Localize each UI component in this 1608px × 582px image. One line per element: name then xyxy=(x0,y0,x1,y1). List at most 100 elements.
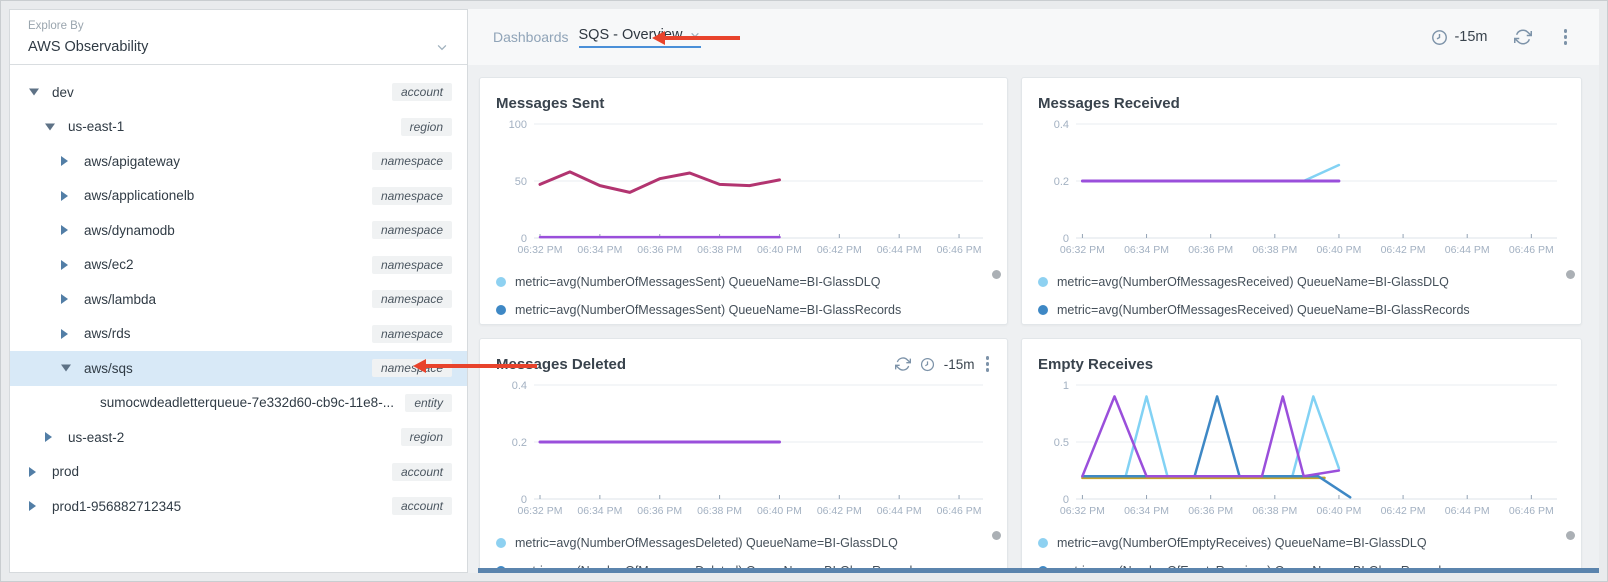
tree-item-us-east-1[interactable]: us-east-1region xyxy=(10,110,467,145)
dashboard-main: Dashboards SQS - Overview -15m Messages … xyxy=(468,9,1599,573)
time-range-button[interactable]: -15m xyxy=(1431,29,1487,46)
panel-legend: metric=avg(NumberOfMessagesDeleted) Queu… xyxy=(496,523,991,573)
svg-text:06:32 PM: 06:32 PM xyxy=(518,505,563,517)
legend-item[interactable]: metric=avg(NumberOfMessagesReceived) Que… xyxy=(1038,296,1565,324)
tree-item-label: aws/apigateway xyxy=(84,154,364,169)
expand-arrow-icon[interactable] xyxy=(29,467,36,477)
svg-text:06:44 PM: 06:44 PM xyxy=(877,505,922,517)
tree-item-prod[interactable]: prodaccount xyxy=(10,455,467,490)
svg-text:06:36 PM: 06:36 PM xyxy=(1188,505,1233,517)
legend-dot xyxy=(496,538,506,548)
tree-item-label: aws/dynamodb xyxy=(84,223,364,238)
svg-text:06:32 PM: 06:32 PM xyxy=(1060,505,1105,517)
panel-time-button[interactable] xyxy=(920,357,935,372)
panel-messages-deleted: Messages Deleted-15m00.20.406:32 PM06:34… xyxy=(479,338,1008,573)
tree-item-prod1-956882712345[interactable]: prod1-956882712345account xyxy=(10,489,467,524)
svg-text:06:40 PM: 06:40 PM xyxy=(757,244,802,256)
legend-label: metric=avg(NumberOfMessagesReceived) Que… xyxy=(1057,275,1449,289)
kebab-menu-icon[interactable] xyxy=(1562,27,1570,47)
refresh-button[interactable] xyxy=(1514,28,1532,46)
svg-text:06:42 PM: 06:42 PM xyxy=(1381,244,1426,256)
legend-scrollbar-thumb[interactable] xyxy=(992,270,1001,279)
entity-type-badge: namespace xyxy=(372,187,452,205)
svg-text:06:40 PM: 06:40 PM xyxy=(757,505,802,517)
svg-text:06:38 PM: 06:38 PM xyxy=(1252,244,1297,256)
topbar-controls: -15m xyxy=(1431,27,1569,47)
panel-refresh-button[interactable] xyxy=(895,356,911,372)
legend-label: metric=avg(NumberOfMessagesReceived) Que… xyxy=(1057,303,1470,317)
panel-title: Empty Receives xyxy=(1038,356,1153,373)
hierarchy-selector[interactable]: AWS Observability xyxy=(28,39,449,55)
refresh-icon xyxy=(1514,28,1532,46)
legend-label: metric=avg(NumberOfMessagesSent) QueueNa… xyxy=(515,303,901,317)
legend-item[interactable]: metric=avg(NumberOfMessagesReceived) Que… xyxy=(1038,268,1565,296)
svg-text:06:40 PM: 06:40 PM xyxy=(1316,505,1361,517)
panel-kebab-menu-icon[interactable] xyxy=(984,354,992,374)
expand-arrow-icon[interactable] xyxy=(61,294,68,304)
svg-text:06:46 PM: 06:46 PM xyxy=(1509,505,1554,517)
entity-tree: devaccountus-east-1region aws/apigateway n… xyxy=(10,65,467,572)
legend-label: metric=avg(NumberOfMessagesSent) QueueNa… xyxy=(515,275,880,289)
tree-item-aws-sqs[interactable]: aws/sqsnamespace xyxy=(10,351,467,386)
expand-arrow-icon[interactable] xyxy=(61,156,68,166)
legend-scrollbar-thumb[interactable] xyxy=(992,531,1001,540)
expand-arrow-icon[interactable] xyxy=(61,225,68,235)
expand-arrow-icon[interactable] xyxy=(61,260,68,270)
tree-item-aws-dynamodb[interactable]: aws/dynamodb namespace xyxy=(10,213,467,248)
legend-item[interactable]: metric=avg(NumberOfMessagesSent) QueueNa… xyxy=(496,268,991,296)
legend-label: metric=avg(NumberOfMessagesDeleted) Queu… xyxy=(515,536,898,550)
svg-text:0.2: 0.2 xyxy=(1054,176,1069,188)
legend-scrollbar-thumb[interactable] xyxy=(1566,531,1575,540)
legend-item[interactable]: metric=avg(NumberOfMessagesSent) QueueNa… xyxy=(496,296,991,324)
tree-item-aws-rds[interactable]: aws/rdsnamespace xyxy=(10,317,467,352)
legend-scrollbar-thumb[interactable] xyxy=(1566,270,1575,279)
refresh-icon xyxy=(895,356,911,372)
panel-time-range-value[interactable]: -15m xyxy=(944,357,975,372)
tree-item-dev[interactable]: devaccount xyxy=(10,75,467,110)
svg-text:06:34 PM: 06:34 PM xyxy=(577,244,622,256)
svg-text:06:34 PM: 06:34 PM xyxy=(1124,244,1169,256)
expand-arrow-icon[interactable] xyxy=(61,191,68,201)
dashboard-topbar: Dashboards SQS - Overview -15m xyxy=(468,9,1599,65)
expand-arrow-icon[interactable] xyxy=(29,501,36,511)
hierarchy-selector-value: AWS Observability xyxy=(28,39,148,55)
tree-item-aws-applicationelb[interactable]: aws/applicationelb namespace xyxy=(10,179,467,214)
expand-arrow-icon[interactable] xyxy=(45,432,52,442)
entity-type-badge: region xyxy=(401,118,452,136)
entity-type-badge: namespace xyxy=(372,152,452,170)
entity-type-badge: namespace xyxy=(372,256,452,274)
legend-item[interactable]: metric=avg(NumberOfEmptyReceives) QueueN… xyxy=(1038,529,1565,557)
explore-by-label: Explore By xyxy=(28,20,449,32)
tree-item-aws-apigateway[interactable]: aws/apigateway namespace xyxy=(10,144,467,179)
tree-item-label: aws/applicationelb xyxy=(84,188,364,203)
tree-item-sumocwdeadletterqueue-7e332d60-cb9c-11e8[interactable]: sumocwdeadletterqueue-7e332d60-cb9c-11e8… xyxy=(10,386,467,421)
collapse-arrow-icon[interactable] xyxy=(29,89,39,96)
svg-text:06:38 PM: 06:38 PM xyxy=(697,505,742,517)
legend-dot xyxy=(1038,538,1048,548)
clock-icon xyxy=(920,357,935,372)
panel-legend: metric=avg(NumberOfMessagesSent) QueueNa… xyxy=(496,262,991,324)
time-series-chart: 00.20.406:32 PM06:34 PM06:36 PM06:38 PM0… xyxy=(1038,116,1565,262)
breadcrumb[interactable]: Dashboards xyxy=(493,29,569,45)
svg-text:06:32 PM: 06:32 PM xyxy=(518,244,563,256)
panel-messages-received: Messages Received00.20.406:32 PM06:34 PM… xyxy=(1021,77,1582,325)
clock-icon xyxy=(1431,29,1448,46)
tree-item-label: aws/ec2 xyxy=(84,257,364,272)
legend-item[interactable]: metric=avg(NumberOfMessagesDeleted) Queu… xyxy=(496,529,991,557)
svg-text:06:46 PM: 06:46 PM xyxy=(937,505,982,517)
entity-type-badge: namespace xyxy=(372,221,452,239)
svg-text:0.4: 0.4 xyxy=(512,380,527,392)
expand-arrow-icon[interactable] xyxy=(61,329,68,339)
svg-text:06:32 PM: 06:32 PM xyxy=(1060,244,1105,256)
tree-item-aws-ec2[interactable]: aws/ec2 namespace xyxy=(10,248,467,283)
svg-text:0.2: 0.2 xyxy=(512,437,527,449)
app-window: Explore By AWS Observability devaccountu… xyxy=(0,0,1608,582)
dashboard-title: SQS - Overview xyxy=(579,27,683,43)
tree-item-label: us-east-2 xyxy=(68,430,393,445)
collapse-arrow-icon[interactable] xyxy=(61,365,71,372)
tree-item-us-east-2[interactable]: us-east-2region xyxy=(10,420,467,455)
svg-text:06:34 PM: 06:34 PM xyxy=(1124,505,1169,517)
legend-dot xyxy=(496,277,506,287)
collapse-arrow-icon[interactable] xyxy=(45,123,55,130)
tree-item-aws-lambda[interactable]: aws/lambdanamespace xyxy=(10,282,467,317)
